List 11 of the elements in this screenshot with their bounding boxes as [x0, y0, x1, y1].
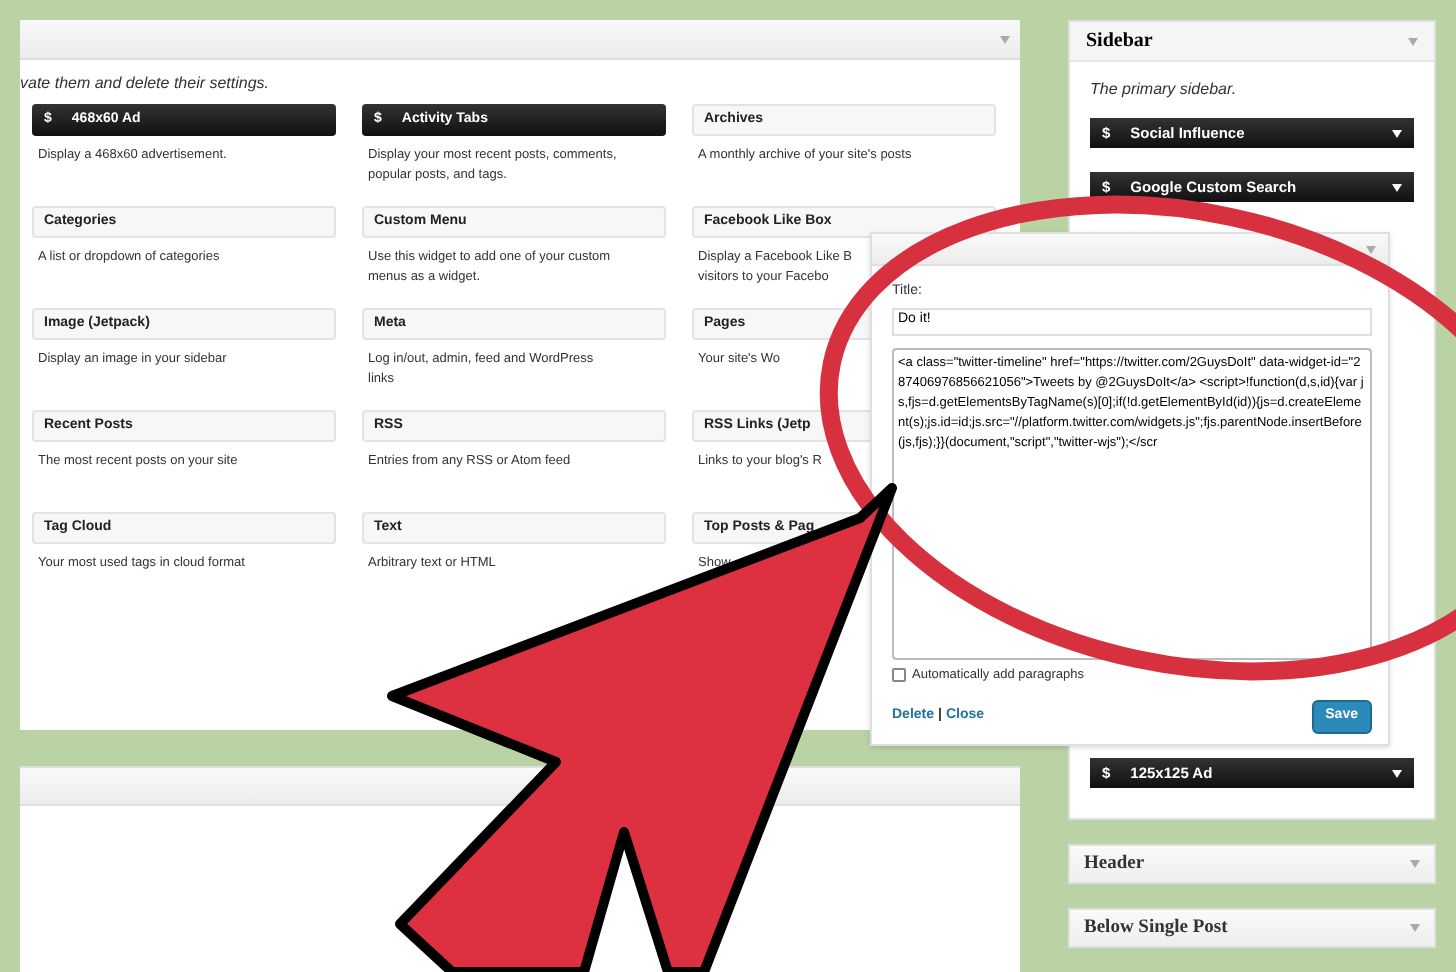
sidebar-description: The primary sidebar.: [1090, 78, 1237, 102]
area-title: Below Single Post: [1084, 915, 1228, 942]
widget-area-header[interactable]: Below Single Post: [1068, 908, 1436, 948]
sidebar-title: Sidebar: [1086, 28, 1153, 56]
caret-icon[interactable]: [1392, 769, 1402, 777]
intro-text: vate them and delete their settings.: [20, 72, 270, 96]
caret-icon[interactable]: [1392, 183, 1402, 191]
checkbox[interactable]: [892, 667, 906, 682]
area-title: Header: [1084, 851, 1145, 878]
widget-area-header[interactable]: Header: [1068, 844, 1436, 884]
caret-icon[interactable]: [1392, 129, 1402, 137]
